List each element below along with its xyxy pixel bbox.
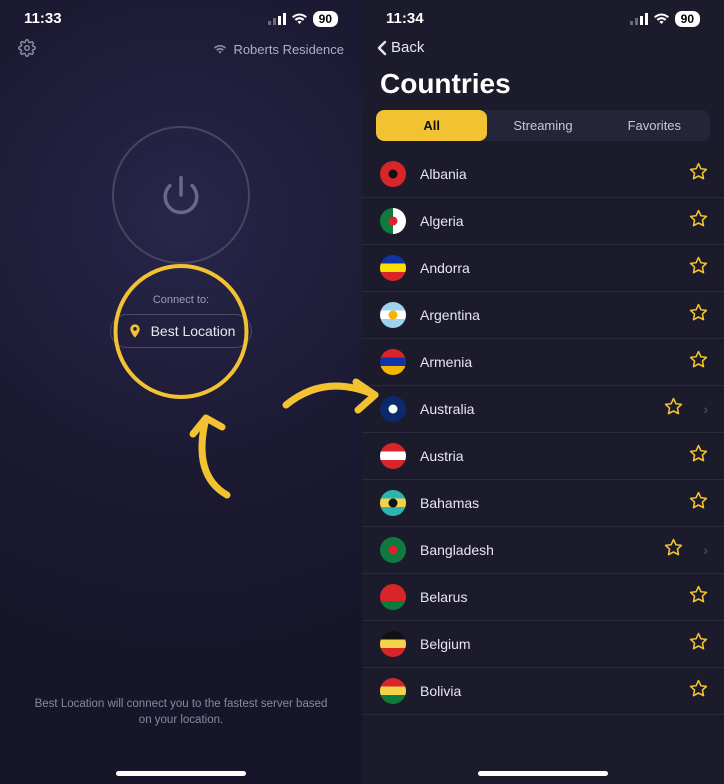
status-bar: 11:34 90 [362, 0, 724, 33]
chevron-left-icon [376, 40, 387, 56]
favorite-star-button[interactable] [689, 632, 708, 656]
star-icon [689, 632, 708, 651]
star-icon [689, 303, 708, 322]
flag-icon [380, 631, 406, 657]
star-icon [689, 162, 708, 181]
battery-level: 90 [313, 11, 338, 27]
flag-icon [380, 208, 406, 234]
back-button[interactable]: Back [362, 33, 724, 62]
favorite-star-button[interactable] [664, 538, 683, 562]
battery-level: 90 [675, 11, 700, 27]
gear-icon [18, 39, 36, 57]
cellular-signal-icon [268, 13, 286, 25]
country-row[interactable]: Belarus [362, 574, 724, 621]
flag-icon [380, 302, 406, 328]
flag-icon [380, 396, 406, 422]
wifi-icon [291, 13, 308, 25]
country-name: Belgium [420, 636, 675, 652]
country-row[interactable]: Bangladesh › [362, 527, 724, 574]
star-icon [689, 256, 708, 275]
settings-button[interactable] [18, 39, 36, 60]
country-name: Belarus [420, 589, 675, 605]
star-icon [689, 209, 708, 228]
country-name: Bolivia [420, 683, 675, 699]
wifi-small-icon [213, 44, 227, 55]
flag-icon [380, 678, 406, 704]
favorite-star-button[interactable] [689, 162, 708, 186]
power-button[interactable] [112, 126, 250, 264]
flag-icon [380, 255, 406, 281]
country-row[interactable]: Belgium [362, 621, 724, 668]
flag-icon [380, 349, 406, 375]
best-location-button[interactable]: Best Location [110, 314, 253, 348]
best-location-label: Best Location [151, 323, 236, 339]
status-bar: 11:33 90 [0, 0, 362, 33]
flag-icon [380, 490, 406, 516]
country-row[interactable]: Austria [362, 433, 724, 480]
tab-streaming[interactable]: Streaming [487, 110, 598, 141]
country-row[interactable]: Argentina [362, 292, 724, 339]
home-indicator[interactable] [478, 771, 608, 776]
favorite-star-button[interactable] [689, 444, 708, 468]
connect-to-label: Connect to: [153, 294, 209, 306]
favorite-star-button[interactable] [664, 397, 683, 421]
flag-icon [380, 443, 406, 469]
country-row[interactable]: Bahamas [362, 480, 724, 527]
tabs: All Streaming Favorites [376, 110, 710, 141]
tab-favorites[interactable]: Favorites [599, 110, 710, 141]
tab-all[interactable]: All [376, 110, 487, 141]
network-name: Roberts Residence [233, 42, 344, 57]
location-pin-icon [127, 323, 143, 339]
country-row[interactable]: Albania [362, 151, 724, 198]
star-icon [664, 397, 683, 416]
favorite-star-button[interactable] [689, 350, 708, 374]
home-indicator[interactable] [116, 771, 246, 776]
power-icon [160, 174, 202, 216]
star-icon [689, 491, 708, 510]
chevron-right-icon: › [703, 542, 708, 558]
country-name: Andorra [420, 260, 675, 276]
favorite-star-button[interactable] [689, 679, 708, 703]
flag-icon [380, 161, 406, 187]
country-name: Bahamas [420, 495, 675, 511]
clock: 11:34 [386, 10, 424, 27]
page-title: Countries [362, 62, 724, 110]
chevron-right-icon: › [703, 401, 708, 417]
favorite-star-button[interactable] [689, 491, 708, 515]
country-row[interactable]: Andorra [362, 245, 724, 292]
flag-icon [380, 584, 406, 610]
star-icon [689, 679, 708, 698]
cellular-signal-icon [630, 13, 648, 25]
star-icon [689, 585, 708, 604]
country-name: Armenia [420, 354, 675, 370]
country-name: Albania [420, 166, 675, 182]
star-icon [689, 350, 708, 369]
country-row[interactable]: Australia › [362, 386, 724, 433]
wifi-icon [653, 13, 670, 25]
status-icons: 90 [630, 11, 700, 27]
country-row[interactable]: Algeria [362, 198, 724, 245]
network-indicator[interactable]: Roberts Residence [213, 42, 344, 57]
favorite-star-button[interactable] [689, 256, 708, 280]
country-name: Austria [420, 448, 675, 464]
clock: 11:33 [24, 10, 62, 27]
country-name: Bangladesh [420, 542, 650, 558]
favorite-star-button[interactable] [689, 585, 708, 609]
status-icons: 90 [268, 11, 338, 27]
back-label: Back [391, 39, 424, 56]
country-list: Albania Algeria Andorra Argentina Armenia Aus… [362, 151, 724, 715]
country-name: Argentina [420, 307, 675, 323]
star-icon [664, 538, 683, 557]
country-name: Algeria [420, 213, 675, 229]
favorite-star-button[interactable] [689, 303, 708, 327]
flag-icon [380, 537, 406, 563]
hint-text: Best Location will connect you to the fa… [0, 696, 362, 728]
favorite-star-button[interactable] [689, 209, 708, 233]
country-row[interactable]: Armenia [362, 339, 724, 386]
country-name: Australia [420, 401, 650, 417]
country-row[interactable]: Bolivia [362, 668, 724, 715]
star-icon [689, 444, 708, 463]
